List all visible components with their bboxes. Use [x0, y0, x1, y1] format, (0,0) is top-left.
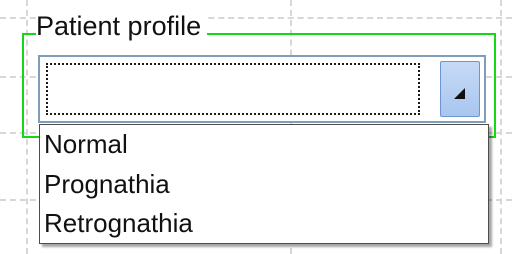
option-retrognathia[interactable]: Retrognathia — [44, 206, 484, 240]
dropdown-button[interactable] — [440, 61, 480, 117]
dropdown-list[interactable]: Normal Prognathia Retrognathia — [39, 124, 489, 244]
patient-profile-label: Patient profile — [36, 11, 208, 41]
patient-profile-combobox[interactable] — [38, 55, 486, 123]
option-prognathia[interactable]: Prognathia — [44, 167, 484, 201]
grid-line — [500, 0, 502, 254]
dropdown-arrow-icon — [454, 88, 465, 99]
option-normal[interactable]: Normal — [44, 127, 484, 161]
combobox-value-field[interactable] — [46, 63, 420, 115]
